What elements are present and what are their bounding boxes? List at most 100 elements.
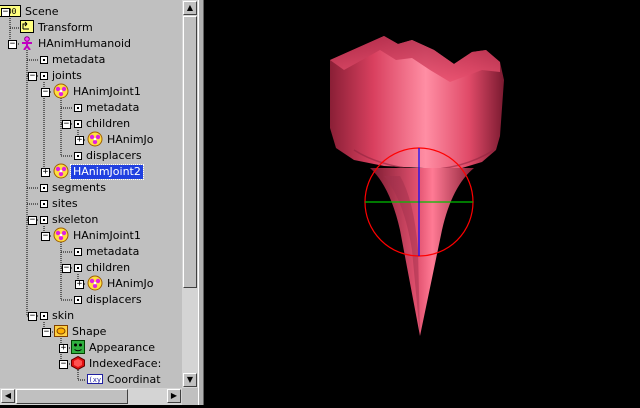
horizontal-scrollbar[interactable]: ◀ ▶ — [0, 388, 182, 405]
tree-node-label[interactable]: skin — [50, 309, 76, 323]
tree-node-label[interactable]: displacers — [84, 149, 144, 163]
tree-node-label[interactable]: HAnimJo — [105, 133, 156, 147]
joint-icon — [87, 275, 103, 294]
field-icon — [40, 70, 48, 83]
appearance-icon — [71, 339, 85, 357]
expand-toggle[interactable]: + — [59, 344, 68, 353]
tree-node-hanimjo[interactable]: HAnimJo — [87, 131, 156, 150]
tree-node-label[interactable]: segments — [50, 181, 108, 195]
tree-node-segments[interactable]: segments — [40, 180, 108, 196]
humanoid-icon — [20, 35, 34, 53]
tree-node-sites[interactable]: sites — [40, 196, 80, 212]
field-icon — [40, 198, 48, 211]
tree-node-label[interactable]: metadata — [50, 53, 107, 67]
tree-node-indexedface[interactable]: IndexedFace: — [71, 355, 163, 373]
expand-toggle[interactable]: + — [41, 168, 50, 177]
scene-tree-panel: 000Scene−TransformHAnimHumanoid−metadata… — [0, 0, 198, 405]
field-icon — [74, 118, 82, 131]
tree-node-label[interactable]: HAnimJoint1 — [71, 85, 143, 99]
tree-node-metadata[interactable]: metadata — [74, 100, 141, 116]
tree-node-label[interactable]: metadata — [84, 245, 141, 259]
tree-node-label[interactable]: HAnimJoint2 — [70, 164, 144, 180]
tree-node-label[interactable]: displacers — [84, 293, 144, 307]
tree-node-label[interactable]: skeleton — [50, 213, 100, 227]
expand-toggle[interactable]: + — [75, 136, 84, 145]
tree-node-hanimjoint2[interactable]: HAnimJoint2 — [53, 163, 144, 182]
tree-node-label[interactable]: HAnimJoint1 — [71, 229, 143, 243]
scrollbar-corner — [182, 388, 198, 405]
collapse-toggle[interactable]: − — [8, 40, 17, 49]
tree-node-children[interactable]: children — [74, 260, 132, 276]
field-icon — [40, 310, 48, 323]
collapse-toggle[interactable]: − — [28, 72, 37, 81]
horizontal-scroll-thumb[interactable] — [16, 389, 128, 404]
tree-node-hanimjoint1[interactable]: HAnimJoint1 — [53, 83, 143, 102]
tree-node-hanimjoint1[interactable]: HAnimJoint1 — [53, 227, 143, 246]
tree-node-label[interactable]: IndexedFace: — [87, 357, 163, 371]
tree-node-label[interactable]: HAnimHumanoid — [36, 37, 133, 51]
tree-node-label[interactable]: Appearance — [87, 341, 157, 355]
coordinate-icon: (xy) — [87, 373, 105, 387]
tree-node-displacers[interactable]: displacers — [74, 148, 144, 164]
scroll-right-button[interactable]: ▶ — [167, 389, 181, 403]
collapse-toggle[interactable]: − — [28, 216, 37, 225]
shape-icon — [54, 324, 68, 340]
3d-scene-render[interactable] — [204, 0, 640, 405]
tree-node-skin[interactable]: skin — [40, 308, 76, 324]
tree-node-label[interactable]: sites — [50, 197, 80, 211]
joint-icon — [53, 163, 69, 182]
scroll-left-button[interactable]: ◀ — [1, 389, 15, 403]
tree-node-children[interactable]: children — [74, 116, 132, 132]
transform-icon — [20, 20, 34, 36]
tree-node-metadata[interactable]: metadata — [74, 244, 141, 260]
field-icon — [74, 102, 82, 115]
tree-node-label[interactable]: metadata — [84, 101, 141, 115]
tree-node-label[interactable]: joints — [50, 69, 84, 83]
3d-viewport[interactable] — [204, 0, 640, 405]
tree-node-skeleton[interactable]: skeleton — [40, 212, 100, 228]
field-icon — [40, 214, 48, 227]
petal-mesh — [330, 36, 504, 171]
joint-icon — [87, 131, 103, 150]
tree-node-label[interactable]: children — [84, 261, 132, 275]
transform-manipulator[interactable] — [364, 147, 474, 257]
field-icon — [74, 294, 82, 307]
collapse-toggle[interactable]: − — [62, 264, 71, 273]
collapse-toggle[interactable]: − — [59, 360, 68, 369]
tree-node-appearance[interactable]: Appearance — [71, 339, 157, 357]
tree-node-label[interactable]: Scene — [23, 5, 61, 19]
tree-node-label[interactable]: Transform — [36, 21, 95, 35]
tree-node-hanimjo[interactable]: HAnimJo — [87, 275, 156, 294]
vertical-scroll-thumb[interactable] — [183, 16, 197, 288]
scene-tree: 000Scene−TransformHAnimHumanoid−metadata… — [0, 0, 182, 388]
tree-node-label[interactable]: Shape — [70, 325, 108, 339]
field-icon — [40, 54, 48, 67]
collapse-toggle[interactable]: − — [28, 312, 37, 321]
expand-toggle[interactable]: + — [75, 280, 84, 289]
tree-node-displacers[interactable]: displacers — [74, 292, 144, 308]
scroll-down-button[interactable]: ▼ — [183, 373, 197, 387]
joint-icon — [53, 227, 69, 246]
collapse-toggle[interactable]: − — [41, 232, 50, 241]
field-icon — [40, 182, 48, 195]
tree-node-hanimhumanoid[interactable]: HAnimHumanoid — [20, 35, 133, 53]
geometry-icon — [71, 355, 85, 373]
joint-icon — [53, 83, 69, 102]
tree-node-label[interactable]: HAnimJo — [105, 277, 156, 291]
collapse-toggle[interactable]: − — [1, 8, 10, 17]
tree-node-label[interactable]: Coordinat — [105, 373, 163, 387]
field-icon — [74, 150, 82, 163]
vertical-scrollbar[interactable]: ▲ ▼ — [182, 0, 198, 388]
collapse-toggle[interactable]: − — [62, 120, 71, 129]
collapse-toggle[interactable]: − — [42, 328, 51, 337]
tree-node-metadata[interactable]: metadata — [40, 52, 107, 68]
tree-node-coordinat[interactable]: (xy)Coordinat — [87, 372, 163, 388]
tree-node-label[interactable]: children — [84, 117, 132, 131]
scroll-up-button[interactable]: ▲ — [183, 1, 197, 15]
field-icon — [74, 246, 82, 259]
field-icon — [74, 262, 82, 275]
tree-node-transform[interactable]: Transform — [20, 20, 95, 36]
tree-node-shape[interactable]: Shape — [54, 324, 108, 340]
svg-text:(xy): (xy) — [89, 376, 104, 384]
collapse-toggle[interactable]: − — [41, 88, 50, 97]
